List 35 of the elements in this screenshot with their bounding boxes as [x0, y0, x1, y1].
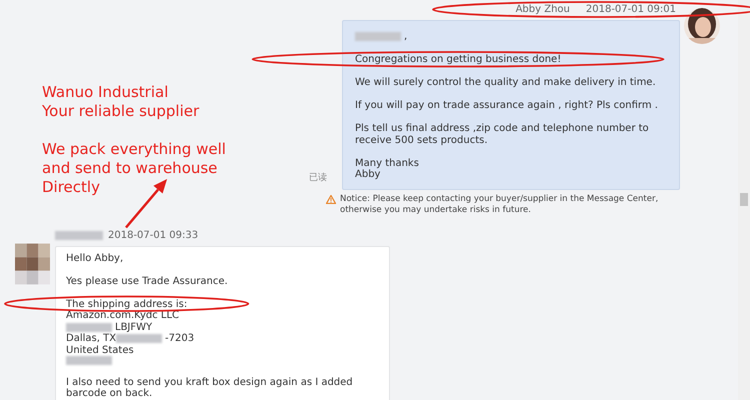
message-line: barcode on back. [66, 388, 152, 400]
blurred-text [355, 32, 401, 42]
message-text: -7203 [165, 333, 194, 344]
message-text: Dallas, TX [66, 333, 116, 344]
annotation-text: Directly [42, 178, 101, 197]
message-line: Hello Abby, [66, 252, 124, 264]
message-line: Congregations on getting business done! [355, 54, 562, 66]
sender-name: Abby Zhou [516, 4, 570, 16]
message-line: Many thanks [355, 158, 419, 168]
message-line: United States [66, 344, 134, 356]
blurred-text [66, 356, 112, 365]
notice-text: Notice: Please keep contacting your buyer/supplier in the Message Center, otherwise you may undertake risks in future. [340, 194, 660, 216]
read-status: 已读 [309, 172, 328, 185]
message-line: I also need to send you kraft box design again as I added [66, 376, 353, 388]
blurred-text [66, 322, 112, 332]
arrow [125, 179, 168, 228]
annotation-text: Your reliable supplier [42, 102, 200, 121]
message-line: The shipping address is: [66, 298, 188, 310]
message-line: Abby [355, 169, 380, 180]
warning-icon [326, 194, 336, 204]
message-line: Pls tell us final address ,zip code and telephone number to [355, 123, 649, 134]
message-text: , [404, 31, 408, 42]
message-time: 2018-07-01 09:33 [108, 230, 198, 242]
message-line: Yes please use Trade Assurance. [66, 276, 228, 287]
annotation-text: Wanuo Industrial [42, 83, 170, 102]
blurred-text [55, 231, 103, 240]
annotation-text: We pack everything well [42, 140, 226, 159]
message-line: We will surely control the quality and make delivery in time. [355, 77, 656, 88]
message-time: 2018-07-01 09:01 [586, 4, 676, 16]
message-line: receive 500 sets products. [355, 134, 488, 146]
blurred-text [116, 334, 162, 344]
message-line: If you will pay on trade assurance again , right? Pls confirm . [355, 100, 658, 112]
scrollbar-thumb[interactable] [740, 193, 748, 206]
message-text: LBJFWY [115, 322, 152, 333]
annotation-text: and send to warehouse [42, 159, 218, 178]
